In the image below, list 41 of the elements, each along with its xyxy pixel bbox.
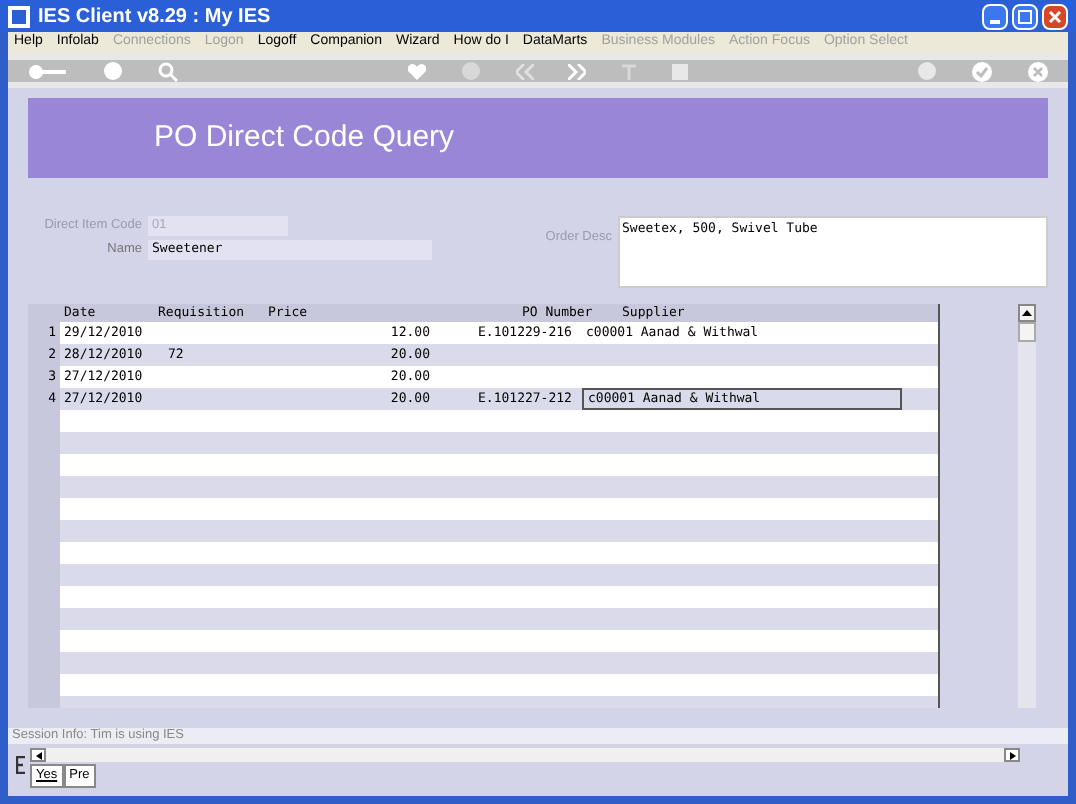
scroll-up-button[interactable] [1018, 304, 1036, 322]
scroll-right-button[interactable] [1004, 748, 1020, 762]
rewind-icon[interactable] [515, 63, 534, 79]
heart-icon[interactable] [408, 63, 427, 79]
table-row[interactable] [60, 542, 938, 564]
table-row[interactable] [60, 608, 938, 630]
close-icon [1048, 9, 1062, 23]
page-title: PO Direct Code Query [154, 117, 455, 158]
table-row[interactable] [60, 674, 938, 696]
scroll-left-button[interactable] [30, 748, 46, 762]
up-arrow-icon [1022, 310, 1032, 316]
minimize-button[interactable] [982, 3, 1008, 29]
table-row[interactable] [60, 476, 938, 498]
table-row[interactable] [60, 454, 938, 476]
close-icon[interactable] [1027, 61, 1048, 81]
table-row[interactable] [60, 520, 938, 542]
left-arrow-icon [35, 751, 41, 759]
table-row[interactable] [60, 652, 938, 674]
horizontal-scrollbar[interactable] [30, 748, 1020, 762]
close-button[interactable] [1042, 3, 1068, 29]
maximize-icon [1018, 9, 1032, 23]
check-icon[interactable] [972, 61, 993, 81]
table-row[interactable] [60, 432, 938, 454]
table-row[interactable] [60, 498, 938, 520]
text-icon[interactable] [622, 63, 637, 79]
forward-icon[interactable] [568, 63, 587, 79]
app-icon [8, 5, 30, 27]
minimize-icon [990, 19, 1000, 23]
key-icon[interactable] [28, 63, 68, 79]
vertical-scrollbar[interactable] [1018, 304, 1036, 708]
table-row[interactable] [60, 630, 938, 652]
e-icon [16, 756, 26, 774]
scroll-thumb[interactable] [1018, 322, 1036, 342]
table-row[interactable] [60, 564, 938, 586]
right-arrow-icon [1009, 751, 1015, 759]
table-row[interactable] [60, 410, 938, 432]
search-icon[interactable] [157, 61, 178, 81]
table-row[interactable] [60, 586, 938, 608]
window-title: IES Client v8.29 : My IES [38, 3, 271, 31]
stop-icon[interactable] [671, 63, 688, 79]
maximize-button[interactable] [1012, 3, 1038, 29]
